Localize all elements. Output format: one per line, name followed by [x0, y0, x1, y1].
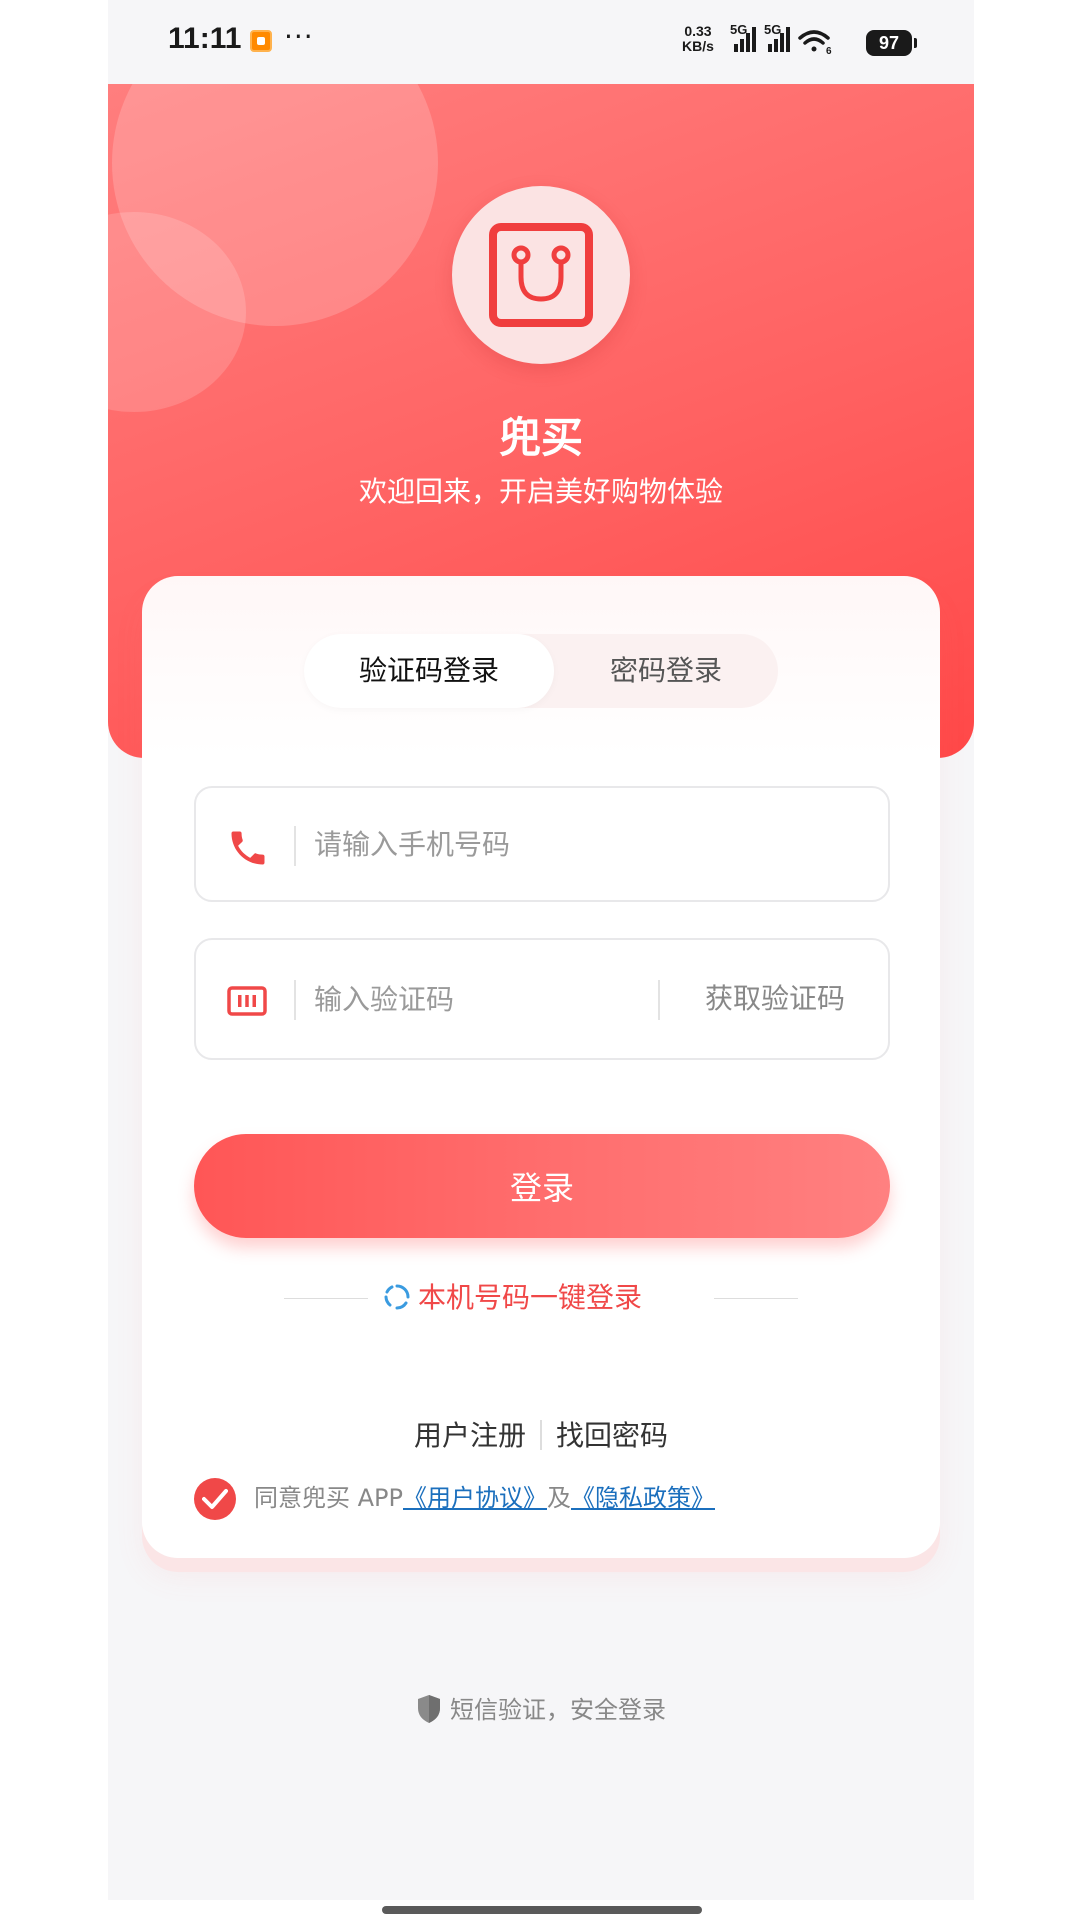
- phone-field: [194, 786, 890, 902]
- battery-icon: 97: [866, 30, 917, 56]
- agreement-checkbox[interactable]: [194, 1478, 236, 1520]
- network-type-2: 5G: [764, 24, 781, 37]
- link-separator: [540, 1420, 542, 1450]
- register-link[interactable]: 用户注册: [414, 1419, 526, 1452]
- one-tap-login-row: 本机号码一键登录: [142, 1276, 940, 1320]
- notification-app-icon: [250, 30, 272, 52]
- login-tabs: 验证码登录 密码登录: [304, 634, 778, 708]
- field-divider: [294, 826, 296, 866]
- phone-input[interactable]: [314, 788, 854, 900]
- status-bar: 11:11 ··· 0.33 KB/s 5G 5G 6 97: [108, 0, 974, 84]
- network-type-1: 5G: [730, 24, 747, 37]
- home-indicator[interactable]: [382, 1906, 702, 1914]
- verification-code-input[interactable]: [314, 940, 654, 1058]
- signal-wifi-icons: 5G 5G 6: [730, 24, 832, 57]
- tab-password-login[interactable]: 密码登录: [554, 634, 778, 708]
- app-tagline: 欢迎回来，开启美好购物体验: [358, 475, 723, 508]
- checkmark-icon: [202, 1489, 228, 1509]
- wifi-label: 6: [826, 46, 832, 57]
- network-speed-value: 0.33: [684, 23, 712, 39]
- wifi-icon: [798, 30, 830, 52]
- phone-icon: [231, 831, 265, 865]
- network-speed-unit: KB/s: [682, 38, 714, 54]
- app-name: 兜买: [498, 413, 583, 462]
- user-agreement-link[interactable]: 《用户协议》: [403, 1484, 547, 1512]
- spinner-icon: [384, 1284, 410, 1310]
- status-time: 11:11: [168, 22, 242, 55]
- privacy-policy-link[interactable]: 《隐私政策》: [571, 1484, 715, 1512]
- divider-line: [284, 1298, 368, 1299]
- field-divider: [658, 980, 660, 1020]
- agreement-and: 及: [547, 1484, 571, 1512]
- divider-line: [714, 1298, 798, 1299]
- keyboard-icon: [227, 986, 267, 1016]
- agreement-prefix: 同意兜买 APP: [254, 1484, 403, 1512]
- more-notifications-icon: ···: [284, 20, 314, 53]
- shield-icon: [418, 1695, 440, 1723]
- forgot-password-link[interactable]: 找回密码: [556, 1419, 668, 1452]
- verification-code-field: 获取验证码: [194, 938, 890, 1060]
- one-tap-login-link[interactable]: 本机号码一键登录: [384, 1276, 642, 1320]
- agreement-row: 同意兜买 APP《用户协议》及《隐私政策》: [194, 1476, 894, 1520]
- login-button[interactable]: 登录: [194, 1134, 890, 1238]
- agreement-text: 同意兜买 APP《用户协议》及《隐私政策》: [254, 1476, 715, 1520]
- account-links: 用户注册 找回密码: [142, 1414, 940, 1454]
- login-card: 验证码登录 密码登录 获取验证码 登录: [142, 576, 940, 1558]
- login-screen: 11:11 ··· 0.33 KB/s 5G 5G 6 97 兜买 欢迎回来，开…: [108, 0, 974, 1900]
- security-footer: 短信验证，安全登录: [108, 1690, 974, 1730]
- tab-sms-code-login[interactable]: 验证码登录: [304, 634, 554, 708]
- app-logo: [452, 186, 630, 364]
- footer-text: 短信验证，安全登录: [450, 1696, 666, 1724]
- one-tap-login-label: 本机号码一键登录: [418, 1281, 643, 1314]
- get-code-button[interactable]: 获取验证码: [662, 940, 888, 1058]
- shopping-bag-icon: [489, 223, 593, 327]
- field-divider: [294, 980, 296, 1020]
- network-speed: 0.33 KB/s: [682, 24, 714, 54]
